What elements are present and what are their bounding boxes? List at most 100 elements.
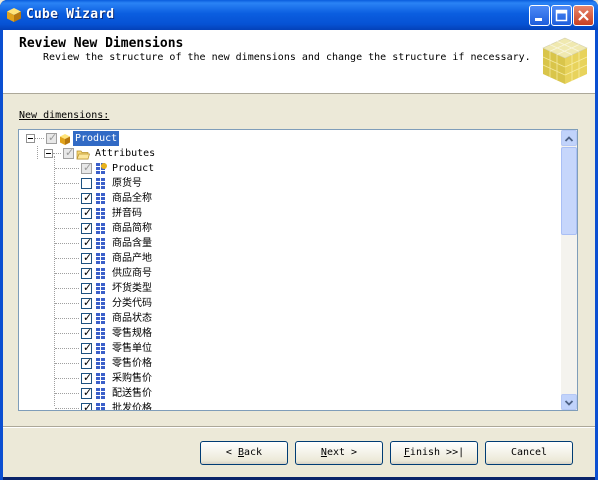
- attribute-icon: [96, 268, 105, 279]
- tree-connector: [55, 258, 79, 259]
- page-subtitle: Review the structure of the new dimensio…: [43, 52, 531, 63]
- scroll-down-button[interactable]: [561, 394, 577, 410]
- new-dimensions-label: New dimensions:: [19, 110, 109, 121]
- tree-node-label: 商品状态: [112, 313, 152, 324]
- tree-connector: [55, 213, 79, 214]
- checkmark-icon: ✓: [83, 206, 93, 219]
- close-button[interactable]: [573, 5, 594, 26]
- tree-connector: [55, 243, 79, 244]
- checkmark-icon: ✓: [83, 191, 93, 204]
- attribute-checkbox[interactable]: ✓: [81, 401, 92, 410]
- dimension-icon: [60, 134, 70, 145]
- title-bar[interactable]: Cube Wizard: [0, 0, 598, 30]
- key-attribute-icon: [96, 163, 107, 174]
- attribute-checkbox[interactable]: ✓: [81, 221, 92, 234]
- cube-wizard-window: Cube Wizard Review New Dimensions Review…: [0, 0, 598, 480]
- attribute-checkbox[interactable]: ✓: [81, 191, 93, 204]
- tree-connector: [55, 393, 79, 394]
- product-checkbox[interactable]: ✓: [46, 131, 57, 144]
- checkmark-icon: ✓: [83, 296, 93, 309]
- minimize-button[interactable]: [529, 5, 550, 26]
- tree-node-label: 商品简称: [112, 223, 152, 234]
- tree-connector: [55, 168, 79, 169]
- tree-node-label: 原货号: [112, 178, 142, 189]
- attribute-checkbox[interactable]: [81, 178, 92, 189]
- cube-logo-icon: [542, 37, 588, 84]
- finish-button[interactable]: Finish >>|: [390, 441, 478, 465]
- dimension-tree[interactable]: ✓ Product ✓ Attributes ✓ Product 原货号 ✓ 商品全称 ✓…: [18, 129, 578, 411]
- tree-node-label: 供应商号: [112, 268, 152, 279]
- attribute-checkbox[interactable]: ✓: [81, 251, 93, 264]
- tree-node-label: 分类代码: [112, 298, 152, 309]
- footer-divider: [3, 426, 595, 428]
- checkmark-icon: ✓: [83, 311, 93, 324]
- tree-connector: [55, 408, 79, 409]
- tree-node-label: 零售单位: [112, 343, 152, 354]
- wizard-header: Review New Dimensions Review the structu…: [3, 30, 595, 94]
- checkmark-icon: ✓: [83, 356, 93, 369]
- attribute-icon: [96, 358, 105, 369]
- tree-node-label: 坏货类型: [112, 283, 152, 294]
- tree-connector: [54, 156, 55, 406]
- collapse-attributes-toggle[interactable]: [44, 149, 53, 158]
- attribute-checkbox[interactable]: ✓: [81, 266, 92, 279]
- attribute-icon: [96, 238, 105, 249]
- back-prefix: <: [225, 447, 238, 458]
- attribute-checkbox[interactable]: ✓: [81, 386, 92, 399]
- attribute-checkbox[interactable]: ✓: [81, 326, 92, 339]
- tree-connector: [55, 273, 79, 274]
- scroll-up-button[interactable]: [561, 130, 577, 146]
- attribute-checkbox[interactable]: ✓: [81, 341, 93, 354]
- next-button[interactable]: Next >: [295, 441, 383, 465]
- tree-node-label: 零售规格: [112, 328, 152, 339]
- tree-connector: [55, 378, 79, 379]
- wizard-client-area: Review New Dimensions Review the structu…: [3, 30, 595, 477]
- tree-node-label: Product: [112, 163, 155, 174]
- attribute-icon: [96, 193, 105, 204]
- checkmark-icon: ✓: [83, 341, 93, 354]
- tree-node-label: 商品含量: [112, 238, 152, 249]
- maximize-button[interactable]: [551, 5, 572, 26]
- tree-connector: [55, 228, 79, 229]
- attribute-checkbox[interactable]: ✓: [81, 296, 93, 309]
- attributes-checkbox[interactable]: ✓: [63, 146, 74, 159]
- tree-node-label: Attributes: [95, 148, 156, 159]
- finish-rest: inish >>|: [409, 447, 465, 458]
- attribute-icon: [96, 298, 105, 309]
- attribute-icon: [96, 343, 105, 354]
- tree-connector: [53, 153, 61, 154]
- collapse-product-toggle[interactable]: [26, 134, 35, 143]
- cube-app-icon: [7, 8, 21, 22]
- tree-connector: [35, 138, 44, 139]
- tree-connector: [55, 363, 79, 364]
- tree-connector: [55, 348, 79, 349]
- attribute-icon: [96, 403, 105, 410]
- vertical-scrollbar[interactable]: [561, 130, 577, 410]
- attribute-checkbox[interactable]: ✓: [81, 311, 93, 324]
- attribute-checkbox[interactable]: ✓: [81, 161, 93, 174]
- attribute-icon: [96, 283, 105, 294]
- tree-node-label: 零售价格: [112, 358, 152, 369]
- attribute-checkbox[interactable]: ✓: [81, 356, 93, 369]
- checkmark-icon: ✓: [83, 236, 93, 249]
- tree-node-label: 配送售价: [112, 388, 152, 399]
- folder-open-icon: [76, 150, 90, 160]
- tree-connector: [55, 333, 79, 334]
- cancel-button[interactable]: Cancel: [485, 441, 573, 465]
- back-button[interactable]: < Back: [200, 441, 288, 465]
- back-rest: ack: [244, 447, 263, 458]
- page-title: Review New Dimensions: [19, 36, 184, 51]
- attribute-checkbox[interactable]: ✓: [81, 371, 92, 384]
- attribute-checkbox[interactable]: ✓: [81, 281, 92, 294]
- tree-connector: [37, 146, 38, 159]
- attribute-icon: [96, 223, 105, 234]
- attribute-checkbox[interactable]: ✓: [81, 236, 93, 249]
- attribute-checkbox[interactable]: ✓: [81, 206, 93, 219]
- new-dimensions-label-text: New dimensions:: [19, 110, 110, 121]
- attribute-icon: [96, 178, 105, 189]
- checkmark-icon: ✓: [83, 251, 93, 264]
- checkmark-icon: ✓: [83, 161, 93, 174]
- scroll-thumb[interactable]: [561, 147, 577, 235]
- attribute-icon: [96, 328, 105, 339]
- attribute-icon: [96, 373, 105, 384]
